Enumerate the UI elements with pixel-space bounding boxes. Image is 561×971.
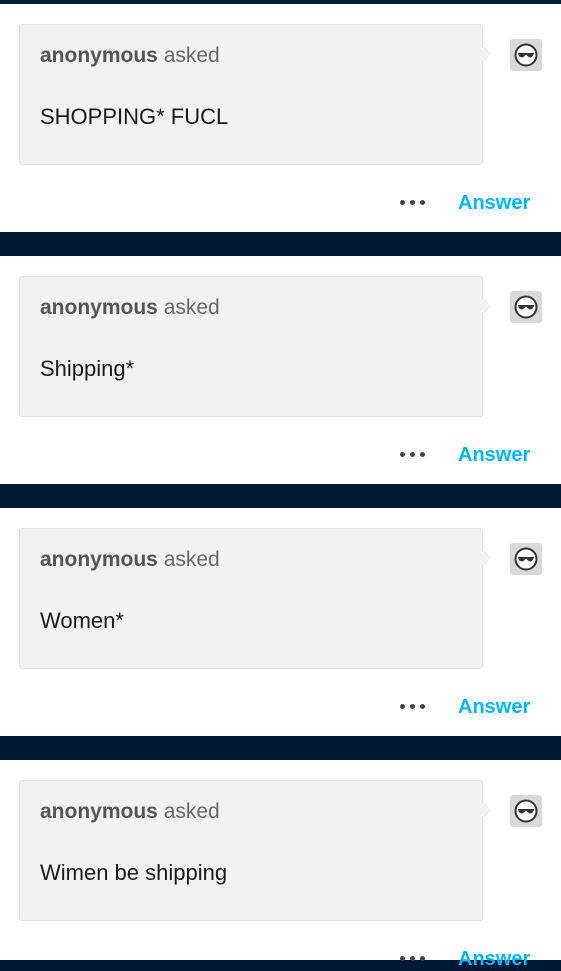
asker-line: anonymous asked — [40, 548, 220, 572]
ask-bubble: anonymous asked Shipping* — [19, 276, 483, 417]
question-text: Shipping* — [40, 356, 135, 381]
question-text: SHOPPING* FUCL — [40, 104, 229, 129]
ask-post: anonymous asked Women* Answer — [0, 508, 561, 736]
more-options-button[interactable] — [397, 694, 429, 718]
answer-button[interactable]: Answer — [458, 696, 530, 719]
more-dots-icon — [410, 956, 415, 961]
ask-bubble: anonymous asked Women* — [19, 528, 483, 669]
ask-bubble: anonymous asked SHOPPING* FUCL — [19, 24, 483, 165]
more-dots-icon — [400, 200, 405, 205]
more-dots-icon — [420, 704, 425, 709]
asker-name[interactable]: anonymous — [40, 800, 158, 823]
more-dots-icon — [420, 200, 425, 205]
asker-name[interactable]: anonymous — [40, 548, 158, 571]
question-text: Women* — [40, 608, 124, 633]
asked-label: asked — [163, 44, 220, 67]
question-text: Wimen be shipping — [40, 860, 228, 885]
sunglasses-avatar-icon[interactable] — [510, 291, 542, 323]
sunglasses-avatar-icon[interactable] — [510, 39, 542, 71]
ask-post: anonymous asked Shipping* Answer — [0, 256, 561, 484]
ask-post: anonymous asked Wimen be shipping Answer — [0, 760, 561, 970]
asker-name[interactable]: anonymous — [40, 44, 158, 67]
asker-name[interactable]: anonymous — [40, 296, 158, 319]
ask-bubble: anonymous asked Wimen be shipping — [19, 780, 483, 921]
more-dots-icon — [410, 200, 415, 205]
asked-label: asked — [163, 296, 220, 319]
more-options-button[interactable] — [397, 946, 429, 970]
more-options-button[interactable] — [397, 442, 429, 466]
sunglasses-avatar-icon[interactable] — [510, 543, 542, 575]
more-dots-icon — [400, 956, 405, 961]
answer-button[interactable]: Answer — [458, 444, 530, 467]
more-dots-icon — [410, 452, 415, 457]
more-dots-icon — [400, 704, 405, 709]
sunglasses-avatar-icon[interactable] — [510, 795, 542, 827]
bubble-tail-fill — [482, 550, 490, 566]
asker-line: anonymous asked — [40, 296, 220, 320]
bubble-tail-fill — [482, 46, 490, 62]
answer-button[interactable]: Answer — [458, 192, 530, 215]
bubble-tail-fill — [482, 298, 490, 314]
asker-line: anonymous asked — [40, 800, 220, 824]
more-options-button[interactable] — [397, 190, 429, 214]
asked-label: asked — [163, 800, 220, 823]
more-dots-icon — [420, 452, 425, 457]
asked-label: asked — [163, 548, 220, 571]
asker-line: anonymous asked — [40, 44, 220, 68]
ask-post: anonymous asked SHOPPING* FUCL Answer — [0, 4, 561, 232]
more-dots-icon — [400, 452, 405, 457]
more-dots-icon — [420, 956, 425, 961]
ask-feed: anonymous asked SHOPPING* FUCL Answer an… — [0, 0, 561, 970]
bubble-tail-fill — [482, 802, 490, 818]
more-dots-icon — [410, 704, 415, 709]
